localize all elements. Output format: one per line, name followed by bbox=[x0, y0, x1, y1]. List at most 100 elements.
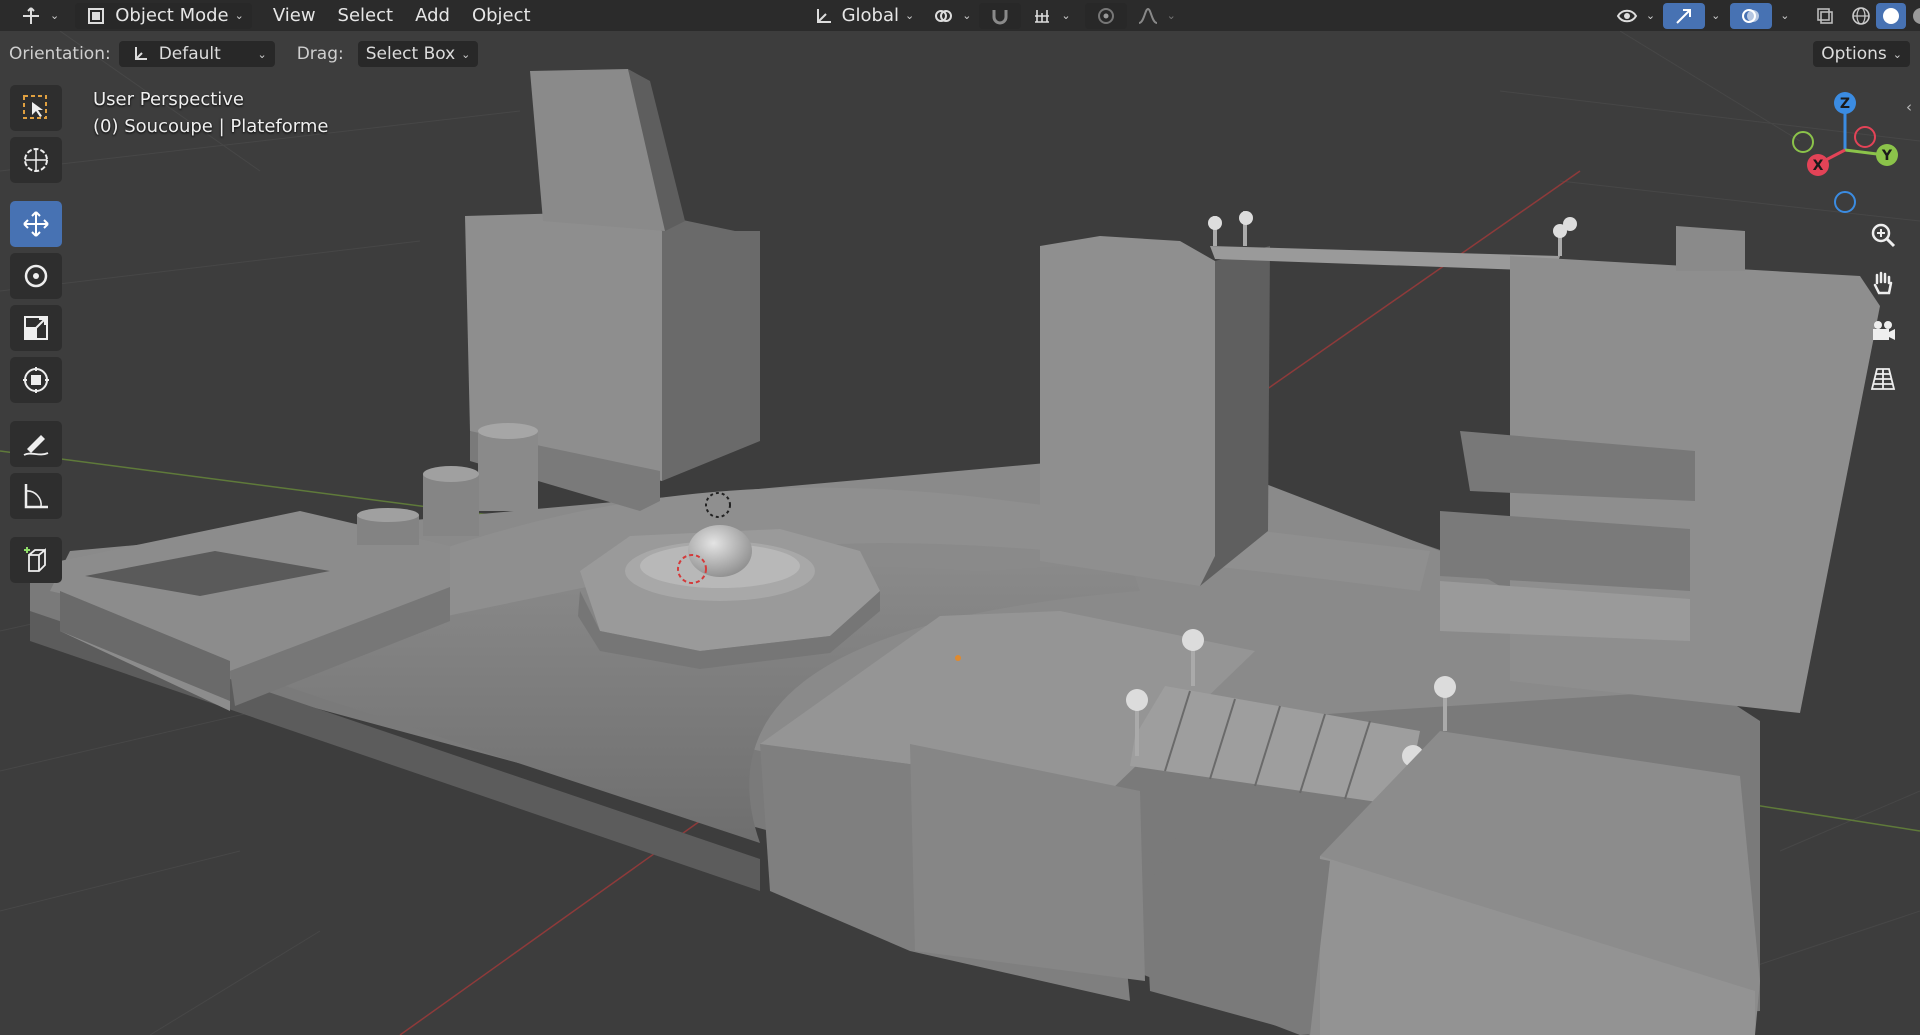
drag-label: Drag: bbox=[296, 44, 344, 64]
scene-canvas[interactable] bbox=[0, 31, 1920, 1035]
move-icon bbox=[23, 211, 49, 237]
z-axis-label: Z bbox=[1840, 96, 1850, 112]
annotate-icon bbox=[23, 435, 49, 456]
gizmo-toggle-icon bbox=[1671, 3, 1697, 29]
zoom-icon bbox=[1871, 223, 1896, 248]
scale-tool[interactable] bbox=[10, 305, 62, 351]
origin-dot bbox=[955, 655, 961, 661]
menu-add[interactable]: Add bbox=[404, 3, 461, 29]
shading-solid[interactable] bbox=[1875, 2, 1906, 29]
drag-select[interactable]: Select Box ⌄ bbox=[357, 41, 479, 67]
visibility-button[interactable]: ⌄ bbox=[1606, 3, 1663, 29]
menu-select[interactable]: Select bbox=[327, 3, 405, 29]
mode-label: Object Mode bbox=[115, 5, 229, 26]
options-label: Options bbox=[1821, 44, 1887, 64]
proportional-edit-toggle[interactable] bbox=[1084, 2, 1127, 29]
navigation-gizmo[interactable]: Z X Y bbox=[1780, 85, 1910, 215]
object-context-label: (0) Soucoupe | Plateforme bbox=[93, 116, 329, 137]
object-mode-icon bbox=[83, 3, 109, 29]
move-tool[interactable] bbox=[10, 201, 62, 247]
chevron-down-icon: ⌄ bbox=[1061, 9, 1071, 22]
add-cube-icon bbox=[24, 547, 46, 572]
menu-object[interactable]: Object bbox=[461, 3, 542, 29]
falloff-curve-icon bbox=[1135, 3, 1161, 29]
material-shading-icon bbox=[1908, 3, 1920, 29]
ortho-toggle-button[interactable] bbox=[1863, 359, 1903, 399]
scale-icon bbox=[24, 316, 48, 340]
overlays-toggle[interactable] bbox=[1730, 2, 1773, 29]
transform-editor-icon bbox=[18, 3, 44, 29]
perspective-label: User Perspective bbox=[93, 89, 244, 110]
snap-increment-icon bbox=[1029, 3, 1055, 29]
chevron-down-icon: ⌄ bbox=[461, 47, 471, 61]
proportional-edit-icon bbox=[1093, 3, 1119, 29]
top-header: ⌄ Object Mode ⌄ View Select Add Object G… bbox=[0, 0, 1920, 31]
xray-icon bbox=[1812, 3, 1838, 29]
measure-icon bbox=[24, 484, 48, 509]
chevron-down-icon: ⌄ bbox=[904, 9, 915, 22]
axis-orientation-icon bbox=[810, 3, 836, 29]
snap-target-button[interactable]: ⌄ bbox=[1021, 3, 1078, 29]
tool-settings-header: Orientation: Default ⌄ Drag: Select Box … bbox=[0, 31, 1920, 77]
orientation-label: Orientation: bbox=[9, 44, 111, 64]
mode-select[interactable]: Object Mode ⌄ bbox=[75, 2, 252, 29]
pivot-point-icon bbox=[930, 3, 956, 29]
pan-button[interactable] bbox=[1863, 263, 1903, 303]
camera-icon bbox=[1873, 321, 1895, 340]
x-axis-label: X bbox=[1813, 158, 1824, 174]
chevron-down-icon: ⌄ bbox=[50, 9, 60, 22]
transform-orientation-select[interactable]: Global ⌄ bbox=[802, 3, 923, 29]
neg-y-handle[interactable] bbox=[1792, 131, 1814, 153]
shading-wireframe[interactable] bbox=[1846, 3, 1876, 29]
transform-orientation-label: Global bbox=[841, 5, 899, 26]
visibility-eye-icon bbox=[1614, 3, 1640, 29]
select-box-icon bbox=[23, 95, 47, 119]
gizmo-toggle[interactable] bbox=[1663, 2, 1706, 29]
menu-view[interactable]: View bbox=[262, 3, 327, 29]
orientation-axes-icon bbox=[127, 41, 153, 67]
3d-viewport[interactable] bbox=[0, 31, 1920, 1035]
chevron-down-icon: ⌄ bbox=[257, 47, 267, 61]
zoom-button[interactable] bbox=[1863, 215, 1903, 255]
y-axis-label: Y bbox=[1881, 148, 1893, 164]
neg-x-handle[interactable] bbox=[1854, 126, 1876, 148]
viewport-info: User Perspective (0) Soucoupe | Platefor… bbox=[93, 86, 328, 140]
transform-icon bbox=[23, 367, 49, 393]
camera-button[interactable] bbox=[1863, 311, 1903, 351]
options-button[interactable]: Options ⌄ bbox=[1813, 41, 1910, 67]
chevron-down-icon: ⌄ bbox=[962, 9, 972, 22]
xray-toggle[interactable] bbox=[1804, 3, 1846, 29]
orientation-select[interactable]: Default ⌄ bbox=[118, 41, 275, 67]
rotate-tool[interactable] bbox=[10, 253, 62, 299]
drag-value: Select Box bbox=[365, 44, 456, 64]
chevron-down-icon: ⌄ bbox=[1892, 47, 1902, 61]
add-cube-tool[interactable] bbox=[10, 537, 62, 583]
pan-hand-icon bbox=[1873, 271, 1893, 295]
neg-z-handle[interactable] bbox=[1834, 191, 1856, 213]
chevron-down-icon: ⌄ bbox=[1645, 9, 1656, 22]
chevron-down-icon: ⌄ bbox=[234, 9, 244, 22]
ortho-grid-icon bbox=[1870, 368, 1896, 390]
snap-toggle[interactable] bbox=[979, 2, 1022, 29]
select-box-tool[interactable] bbox=[10, 85, 62, 131]
cursor-icon bbox=[24, 148, 48, 172]
tool-shelf bbox=[10, 85, 66, 583]
cursor-tool[interactable] bbox=[10, 137, 62, 183]
annotate-tool[interactable] bbox=[10, 421, 62, 467]
editor-type-button[interactable]: ⌄ bbox=[10, 3, 67, 29]
chevron-down-icon: ⌄ bbox=[1166, 9, 1176, 22]
transform-tool[interactable] bbox=[10, 357, 62, 403]
solid-shading-icon bbox=[1878, 3, 1904, 29]
falloff-button[interactable]: ⌄ bbox=[1127, 3, 1184, 29]
overlays-dropdown[interactable]: ⌄ bbox=[1780, 9, 1789, 22]
viewport-nav-buttons bbox=[1863, 215, 1903, 399]
wireframe-shading-icon bbox=[1848, 3, 1874, 29]
overlays-icon bbox=[1738, 3, 1764, 29]
gizmo-dropdown[interactable]: ⌄ bbox=[1711, 9, 1720, 22]
sidebar-collapse-arrow[interactable]: ‹ bbox=[1906, 98, 1912, 116]
shading-material[interactable] bbox=[1906, 3, 1920, 29]
pivot-point-button[interactable]: ⌄ bbox=[922, 3, 979, 29]
orientation-value: Default bbox=[158, 44, 221, 64]
magnet-snap-icon bbox=[987, 3, 1013, 29]
measure-tool[interactable] bbox=[10, 473, 62, 519]
